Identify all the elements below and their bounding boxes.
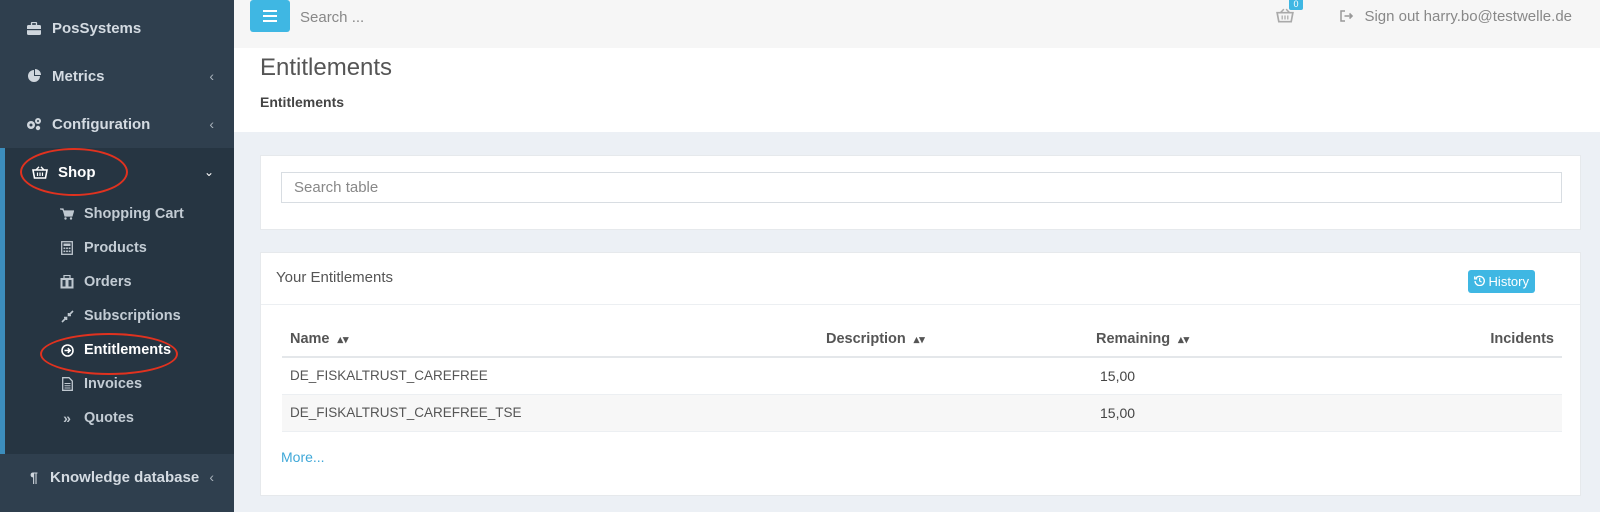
signout-label: Sign out harry.bo@testwelle.de [1364, 8, 1572, 25]
table-header-row: Name ▴▾ Description ▴▾ Remaining ▴▾ Inciden… [282, 321, 1562, 358]
cart-icon [60, 208, 74, 220]
page-title: Entitlements [260, 54, 393, 81]
card-title: Your Entitlements [276, 269, 394, 286]
shopping-basket-icon[interactable] [1276, 8, 1296, 28]
table-search-input[interactable] [281, 172, 1562, 203]
sidebar-item-label: Products [84, 240, 147, 256]
column-label: Description [826, 330, 906, 347]
sidebar-item-orders[interactable]: Orders [0, 265, 234, 299]
card-header: Your Entitlements History [261, 253, 1580, 305]
sidebar-item-label: Subscriptions [84, 308, 181, 324]
double-chevron-icon: » [63, 410, 71, 426]
breadcrumb: Entitlements [260, 94, 345, 110]
history-label: History [1488, 274, 1529, 289]
chevron-left-icon: ‹ [209, 469, 214, 485]
sidebar-item-entitlements[interactable]: Entitlements [0, 333, 234, 367]
sidebar-item-label: Entitlements [84, 342, 172, 358]
sidebar-item-invoices[interactable]: Invoices [0, 367, 234, 401]
global-search-input[interactable] [300, 4, 700, 30]
sidebar-item-label: Configuration [52, 115, 151, 133]
sidebar-item-label: Knowledge database [50, 468, 200, 486]
column-label: Name [290, 330, 330, 347]
topbar: 0 Sign out harry.bo@testwelle.de [234, 0, 1600, 48]
basket-icon [32, 164, 48, 180]
cell-name: DE_FISKALTRUST_CAREFREE [282, 357, 818, 395]
column-header-incidents: Incidents [1388, 321, 1562, 358]
briefcase-icon [26, 20, 42, 36]
sidebar-item-knowledge-database[interactable]: ¶ Knowledge database ‹ [0, 453, 234, 501]
more-link[interactable]: More... [281, 449, 325, 465]
column-header-name[interactable]: Name ▴▾ [282, 321, 818, 358]
sort-icon[interactable]: ▴▾ [338, 334, 349, 346]
cell-description [818, 357, 1088, 395]
gears-icon [26, 116, 42, 132]
sidebar-item-shopping-cart[interactable]: Shopping Cart [0, 197, 234, 231]
sort-icon[interactable]: ▴▾ [1178, 334, 1189, 346]
chevron-left-icon: ‹ [209, 68, 214, 84]
cell-name: DE_FISKALTRUST_CAREFREE_TSE [282, 394, 818, 432]
cell-description [818, 394, 1088, 432]
sidebar-item-subscriptions[interactable]: Subscriptions [0, 299, 234, 333]
calculator-icon [60, 241, 74, 255]
sidebar-item-label: Shopping Cart [84, 206, 184, 222]
sidebar-item-label: Metrics [52, 67, 105, 85]
table-row[interactable]: DE_FISKALTRUST_CAREFREE_TSE 15,00 [282, 394, 1562, 432]
column-header-remaining[interactable]: Remaining ▴▾ [1088, 321, 1388, 358]
history-button[interactable]: History [1467, 270, 1535, 293]
column-label: Incidents [1490, 330, 1554, 347]
cell-remaining: 15,00 [1088, 357, 1388, 395]
cell-incidents [1388, 394, 1562, 432]
history-icon [1473, 275, 1485, 289]
column-label: Remaining [1096, 330, 1171, 347]
sidebar-item-label: Quotes [84, 410, 134, 426]
sign-out-icon [1340, 9, 1354, 25]
sidebar-item-configuration[interactable]: Configuration ‹ [0, 100, 234, 148]
sidebar-item-shop[interactable]: Shop ⌄ [5, 148, 234, 196]
sidebar-item-possystems[interactable]: PosSystems [0, 4, 234, 52]
cart-count-badge: 0 [1289, 0, 1303, 10]
table-row[interactable]: DE_FISKALTRUST_CAREFREE 15,00 [282, 357, 1562, 395]
orders-icon [60, 275, 74, 289]
circle-arrow-icon [60, 343, 74, 357]
sidebar-item-label: Invoices [84, 376, 143, 392]
compress-icon [60, 309, 74, 323]
chevron-down-icon: ⌄ [203, 165, 214, 179]
file-icon [60, 377, 74, 391]
search-card [260, 155, 1581, 230]
sidebar-item-products[interactable]: Products [0, 231, 234, 265]
paragraph-icon: ¶ [30, 469, 38, 485]
sidebar-item-quotes[interactable]: » Quotes [0, 401, 234, 435]
pie-chart-icon [26, 68, 42, 84]
sidebar: PosSystems Metrics ‹ Configuration ‹ Sho… [0, 0, 234, 512]
sort-icon[interactable]: ▴▾ [914, 334, 925, 346]
sidebar-item-label: PosSystems [52, 19, 142, 37]
column-header-description[interactable]: Description ▴▾ [818, 321, 1088, 358]
chevron-left-icon: ‹ [209, 116, 214, 132]
entitlements-card: Your Entitlements History Name ▴▾ Descrip… [260, 252, 1581, 496]
cell-incidents [1388, 357, 1562, 395]
entitlements-table: Name ▴▾ Description ▴▾ Remaining ▴▾ Inciden… [282, 321, 1562, 432]
cell-remaining: 15,00 [1088, 394, 1388, 432]
sidebar-item-label: Orders [84, 274, 132, 290]
sidebar-item-metrics[interactable]: Metrics ‹ [0, 52, 234, 100]
hamburger-icon [263, 10, 277, 22]
page-header: Entitlements Entitlements [234, 48, 1600, 132]
menu-toggle-button[interactable] [250, 0, 290, 32]
signout-link[interactable]: Sign out harry.bo@testwelle.de [1340, 8, 1572, 25]
sidebar-item-label: Shop [58, 163, 96, 181]
